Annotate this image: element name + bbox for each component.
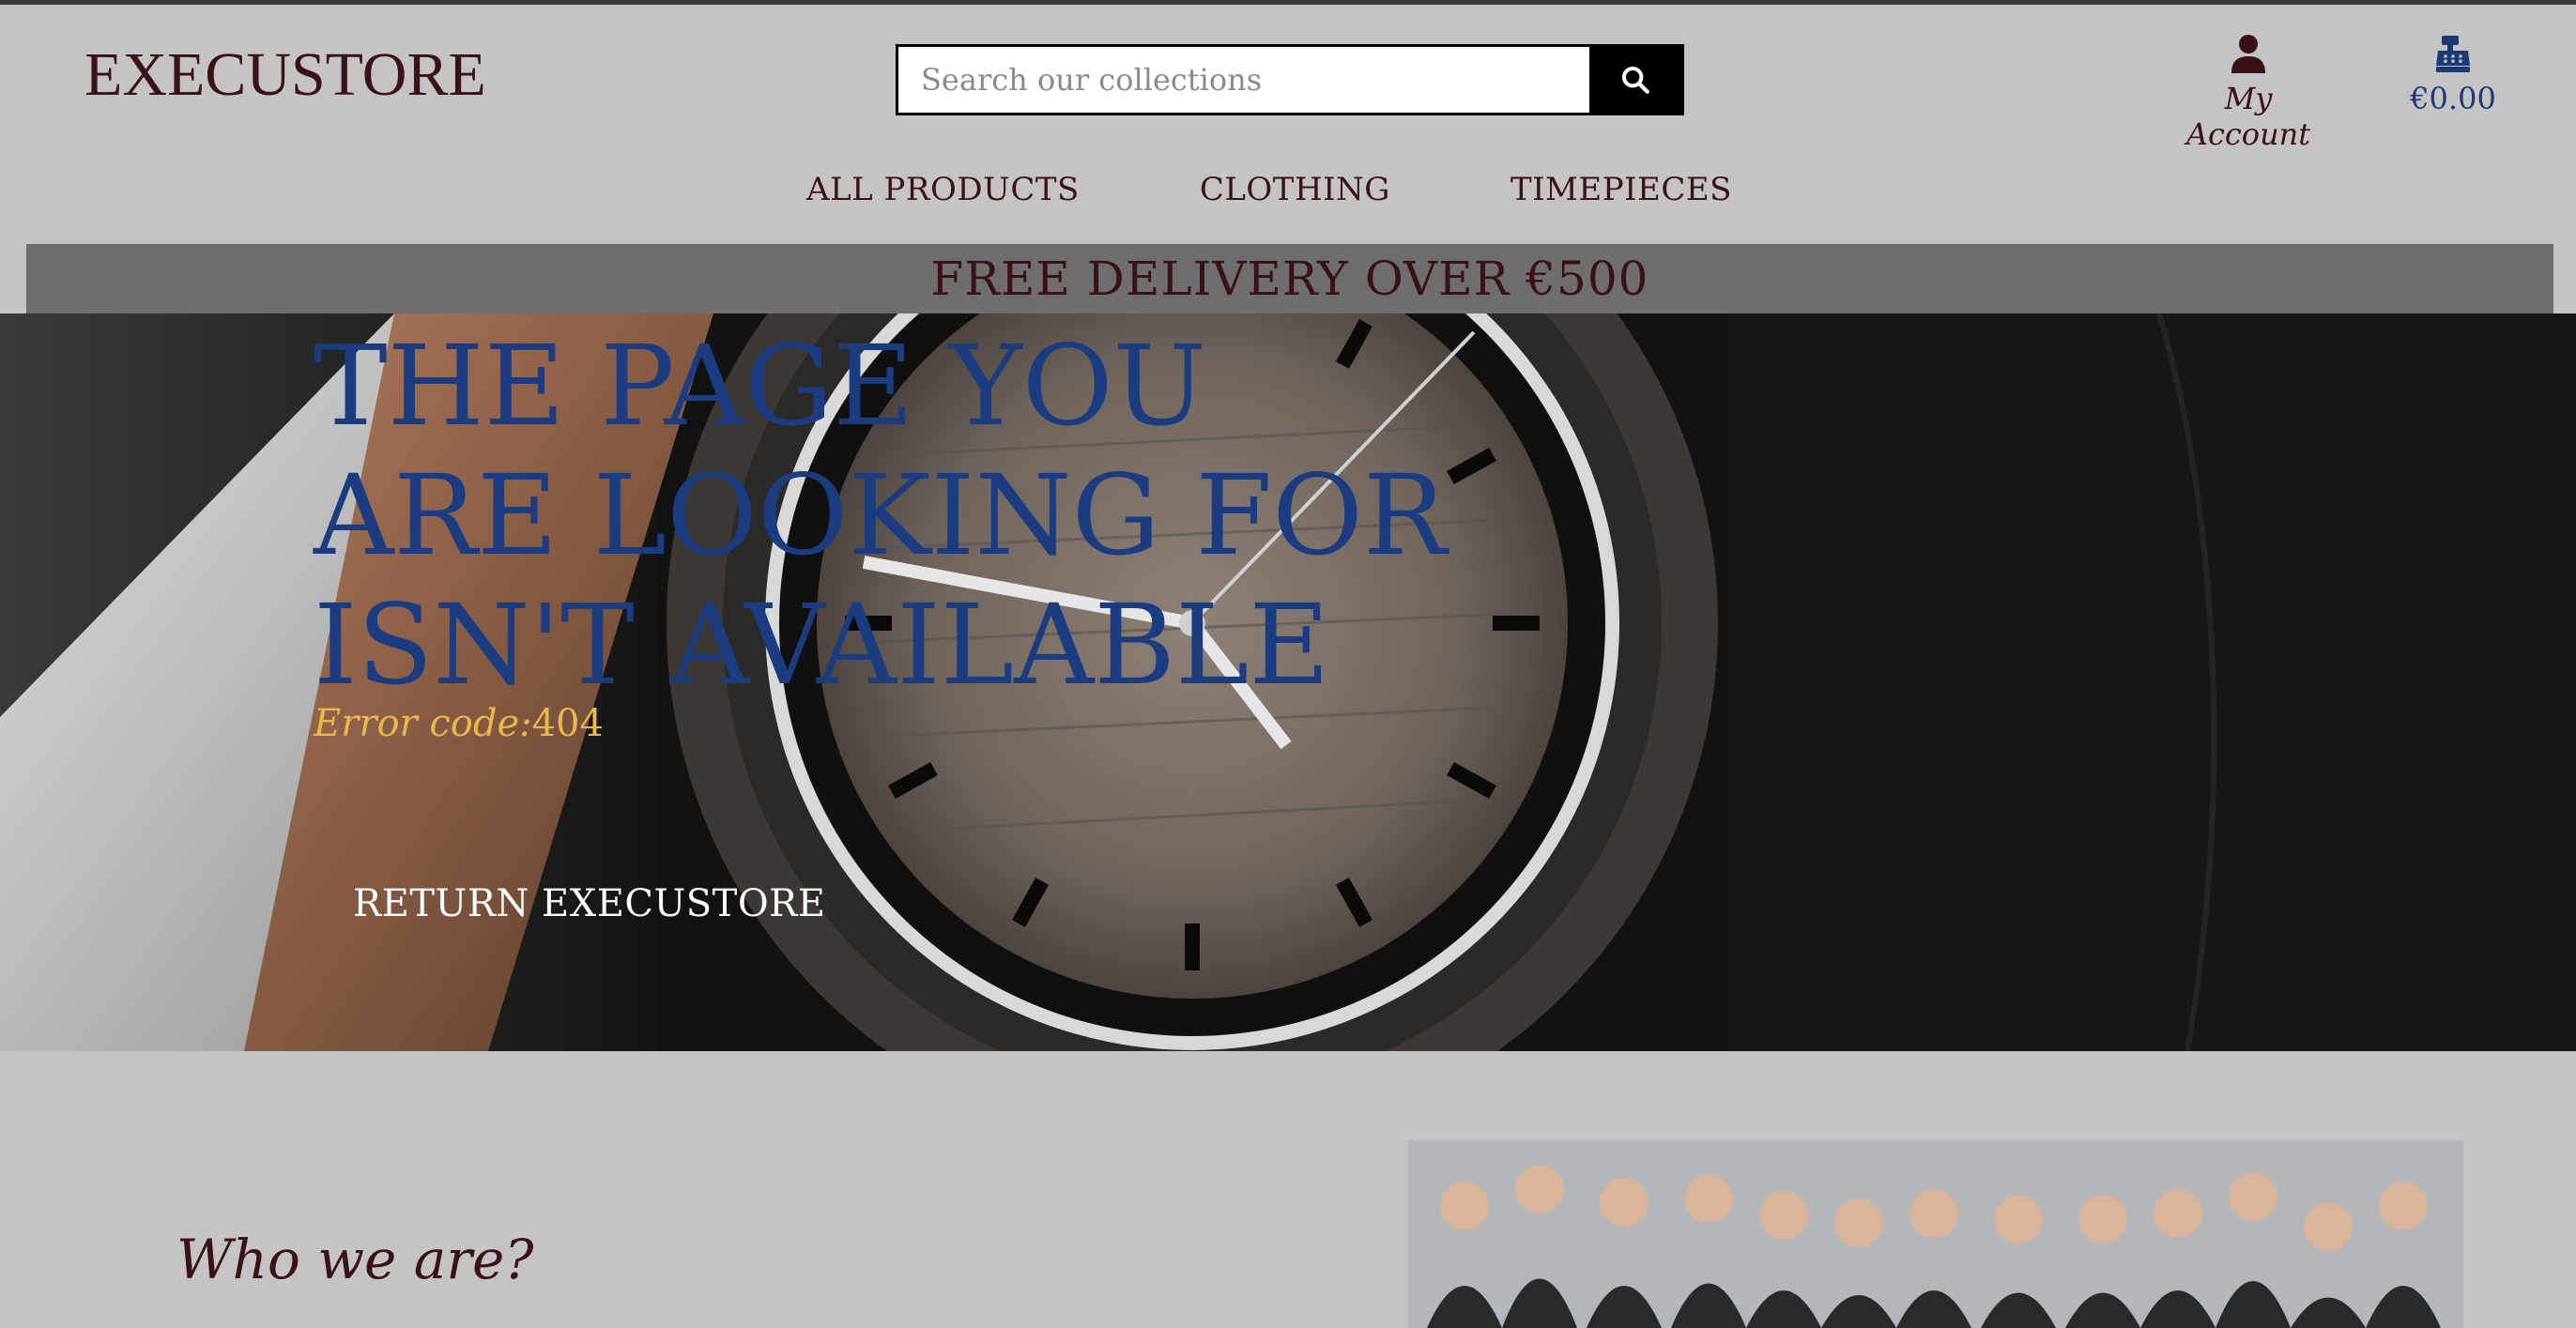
nav-item-clothing[interactable]: CLOTHING xyxy=(1200,171,1390,208)
promo-text: FREE DELIVERY OVER €500 xyxy=(930,252,1649,306)
error-code-text: Error code:404 xyxy=(314,702,604,745)
my-account-link[interactable]: My Account xyxy=(2159,34,2338,152)
search-input[interactable] xyxy=(898,47,1589,113)
search-button[interactable] xyxy=(1589,47,1681,113)
error-heading-line-2: ARE LOOKING FOR xyxy=(314,450,1447,580)
hero-banner: THE PAGE YOU ARE LOOKING FOR ISN'T AVAIL… xyxy=(0,313,2576,1051)
nav-item-all-products[interactable]: ALL PRODUCTS xyxy=(806,171,1080,208)
top-border xyxy=(0,0,2576,5)
user-icon xyxy=(2231,35,2265,73)
error-heading-line-1: THE PAGE YOU xyxy=(314,321,1207,450)
error-heading-line-3: ISN'T AVAILABLE xyxy=(314,580,1330,710)
main-nav: ALL PRODUCTS CLOTHING TIMEPIECES xyxy=(0,171,2557,208)
return-home-button[interactable]: RETURN EXECUSTORE xyxy=(330,873,848,935)
team-photo xyxy=(1408,1140,2463,1328)
error-code-value: 404 xyxy=(531,702,604,745)
search-bar xyxy=(896,44,1684,115)
promo-banner: FREE DELIVERY OVER €500 xyxy=(26,244,2553,313)
nav-item-timepieces[interactable]: TIMEPIECES xyxy=(1510,171,1732,208)
error-heading: THE PAGE YOU ARE LOOKING FOR ISN'T AVAIL… xyxy=(314,321,1722,710)
error-code-label: Error code: xyxy=(314,702,532,745)
search-icon xyxy=(1621,66,1649,94)
cash-register-icon xyxy=(2436,36,2470,72)
brand-logo[interactable]: EXECUSTORE xyxy=(84,39,486,111)
cart-link[interactable]: €0.00 xyxy=(2392,34,2514,116)
cart-total: €0.00 xyxy=(2410,81,2496,116)
my-account-label: My Account xyxy=(2185,81,2311,152)
about-heading: Who we are? xyxy=(176,1228,534,1291)
team-photo-image xyxy=(1408,1140,2463,1328)
